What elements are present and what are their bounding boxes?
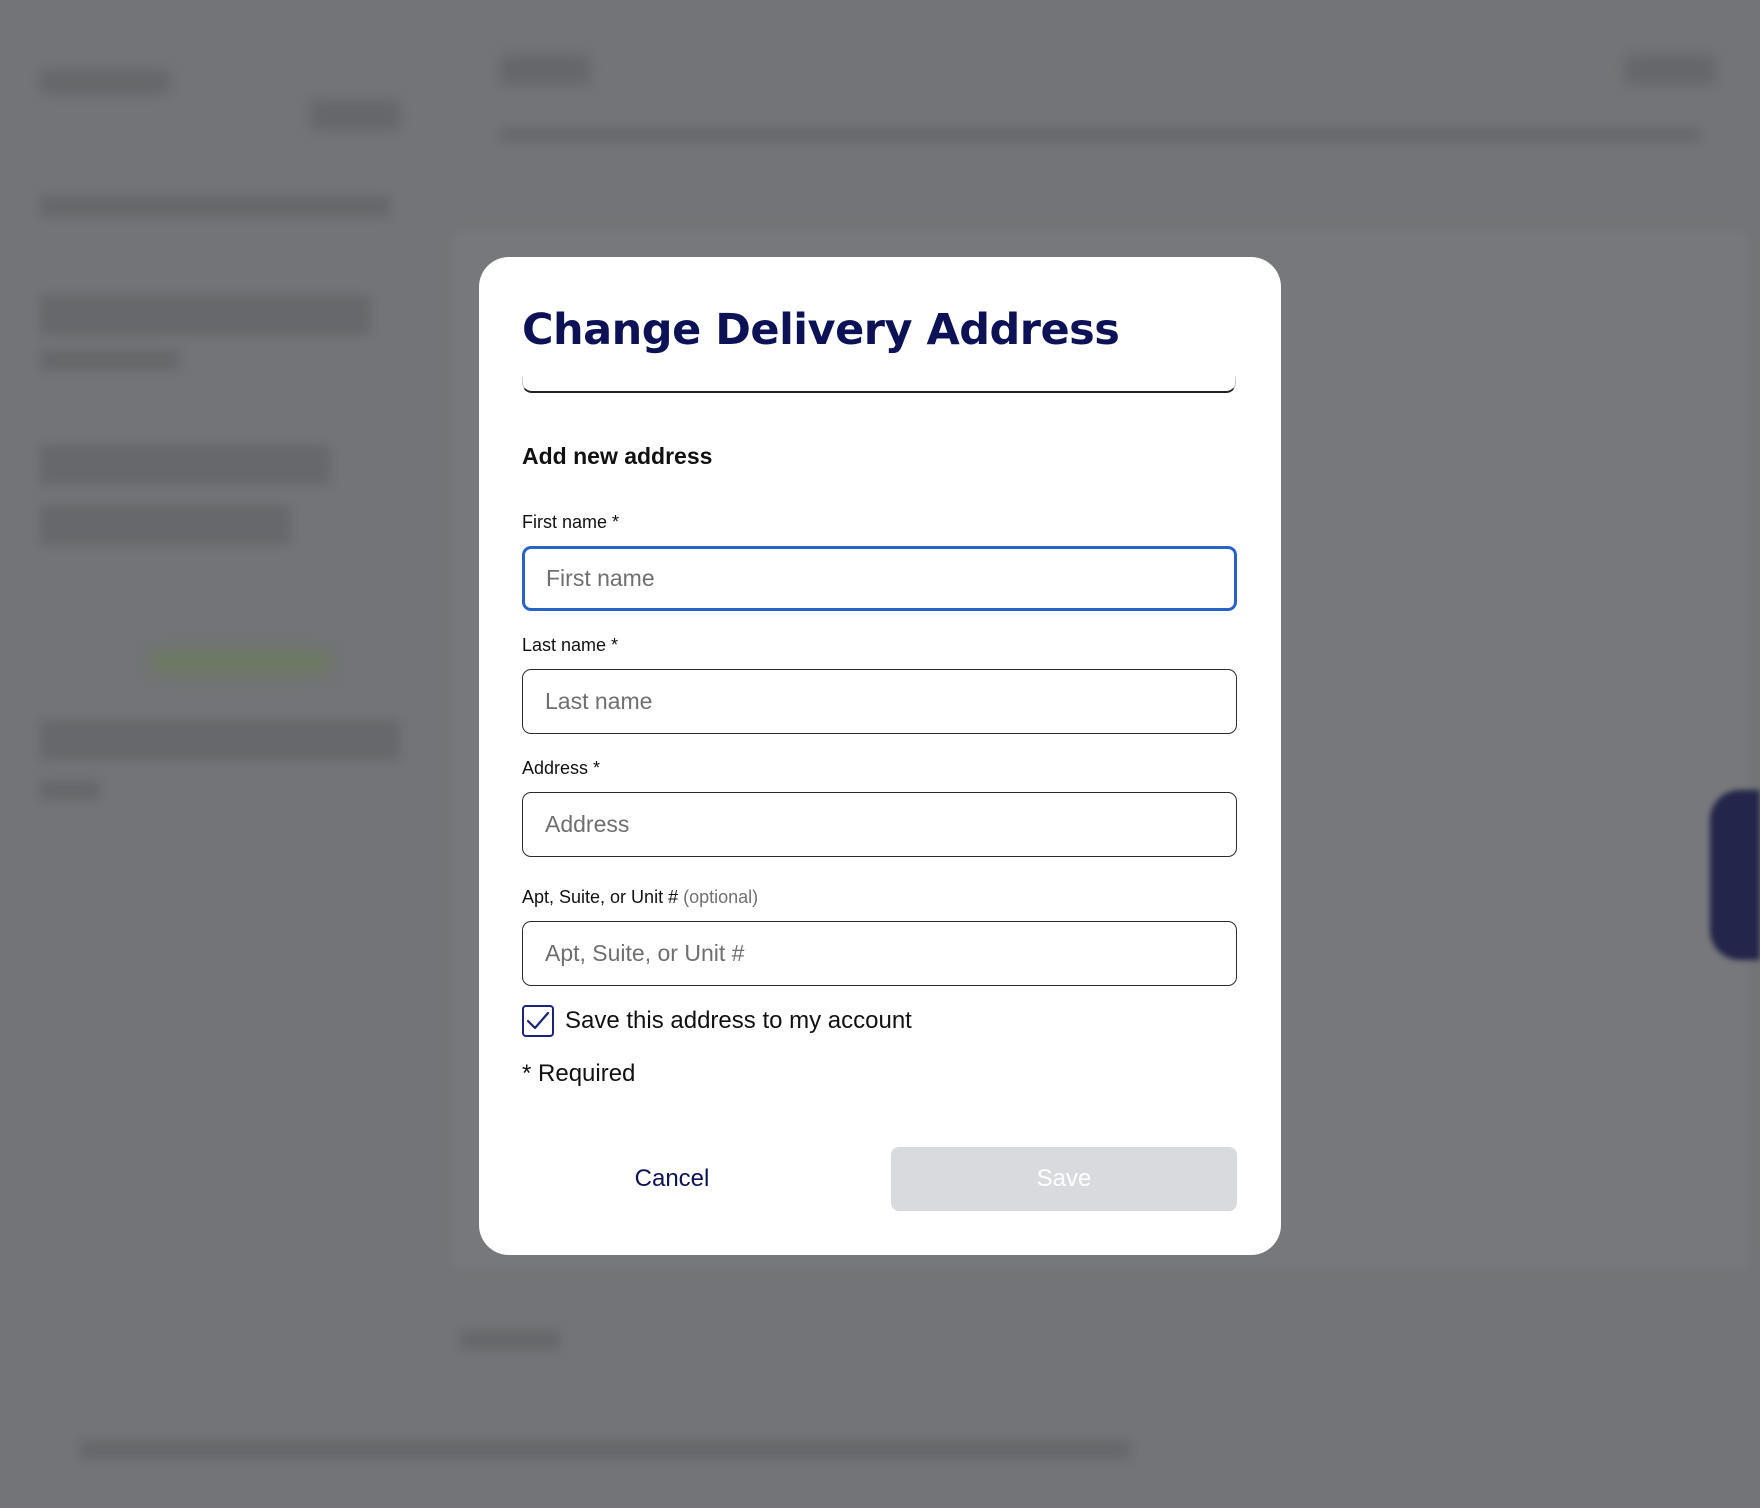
bg-sidebar-badge [150,650,330,674]
last-name-input[interactable] [522,669,1237,734]
bg-sidebar-line [40,780,100,800]
section-heading: Add new address [522,443,713,469]
checkmark-icon [526,1011,550,1030]
address-input[interactable] [522,792,1237,857]
bg-sidebar-line [40,350,180,370]
first-name-input[interactable] [522,546,1237,611]
scrolled-content-edge [522,377,1236,393]
required-note: * Required [522,1060,636,1087]
change-address-modal: Change Delivery Address Add new address … [479,257,1281,1255]
last-name-label: Last name * [522,635,619,655]
apt-label-text: Apt, Suite, or Unit # [522,887,679,907]
save-address-option[interactable]: Save this address to my account [522,1005,912,1037]
address-label: Address * [522,758,601,778]
first-name-label: First name * [522,512,620,532]
optional-note: (optional) [683,887,759,907]
bg-sidebar-line [40,195,390,217]
bg-footer-line [460,1330,560,1350]
modal-title: Change Delivery Address [522,305,1120,355]
bg-logo [40,70,170,94]
cancel-button[interactable]: Cancel [522,1147,822,1211]
bg-header-action [1625,55,1715,85]
save-button[interactable]: Save [891,1147,1237,1211]
bg-sidebar-button [310,100,400,130]
bg-sidebar-line [40,720,400,760]
apt-label: Apt, Suite, or Unit # (optional) [522,887,758,908]
bg-sidebar-line [40,505,290,545]
bg-sidebar-line [40,445,330,485]
bg-header-divider [500,128,1700,142]
apt-input[interactable] [522,921,1237,986]
bg-footer-line [80,1440,1130,1460]
bg-side-tab [1710,790,1760,960]
bg-header-title [500,55,590,85]
save-address-checkbox[interactable] [522,1005,554,1037]
save-address-label: Save this address to my account [565,1007,912,1034]
bg-sidebar-line [40,295,370,335]
